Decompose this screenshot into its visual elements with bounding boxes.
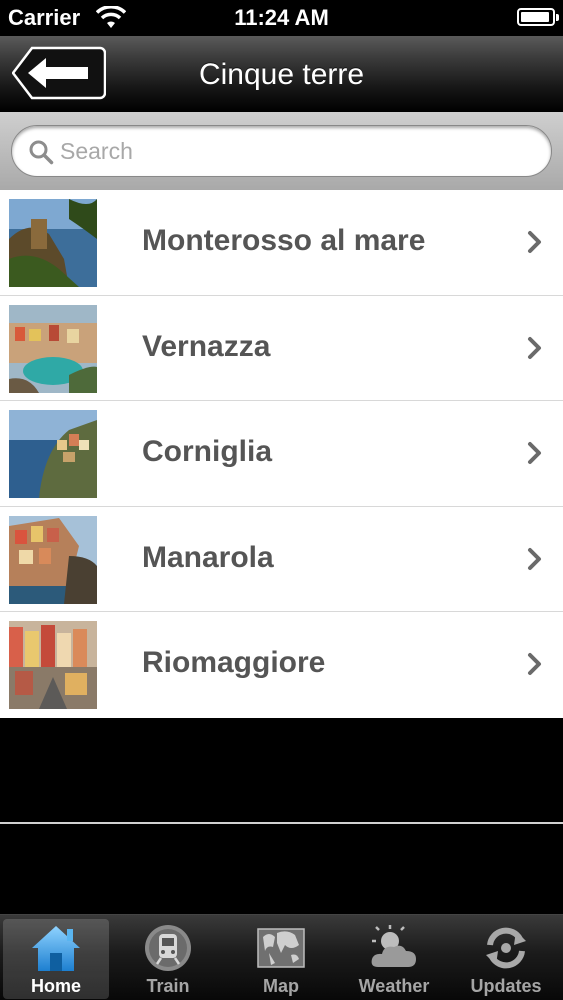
tab-label: Weather bbox=[358, 976, 430, 996]
chevron-right-icon bbox=[528, 547, 541, 570]
tab-label: Home bbox=[30, 976, 81, 996]
tab-label: Train bbox=[146, 976, 190, 996]
battery-icon bbox=[517, 8, 559, 26]
tab-home[interactable]: Home bbox=[3, 919, 109, 999]
home-icon bbox=[32, 926, 80, 971]
list-item-label: Corniglia bbox=[142, 435, 273, 469]
map-icon bbox=[257, 928, 305, 968]
list-item-corniglia[interactable]: Corniglia bbox=[0, 401, 563, 507]
search-bar bbox=[0, 112, 563, 190]
divider bbox=[0, 822, 563, 824]
list-item-label: Monterosso al mare bbox=[142, 224, 426, 257]
list-item-manarola[interactable]: Manarola bbox=[0, 506, 563, 613]
tab-label: Updates bbox=[470, 976, 542, 996]
monterosso-photo bbox=[9, 199, 97, 287]
page-title: Cinque terre bbox=[198, 58, 365, 91]
tab-label: Map bbox=[263, 976, 299, 996]
list-item-monterosso[interactable]: Monterosso al mare bbox=[0, 190, 563, 296]
list-item-vernazza[interactable]: Vernazza bbox=[0, 295, 563, 402]
chevron-right-icon bbox=[528, 336, 541, 359]
town-list: Monterosso al mare Vernazza Corniglia Ma… bbox=[0, 190, 563, 718]
search-input[interactable] bbox=[60, 134, 530, 168]
riomaggiore-photo bbox=[9, 621, 97, 710]
tab-weather[interactable]: Weather bbox=[341, 919, 447, 999]
tab-train[interactable]: Train bbox=[115, 919, 221, 999]
chevron-right-icon bbox=[528, 442, 541, 465]
status-bar: Carrier 11:24 AM bbox=[0, 0, 563, 36]
chevron-right-icon bbox=[528, 231, 541, 253]
vernazza-photo bbox=[9, 304, 97, 393]
status-time: 11:24 AM bbox=[234, 5, 329, 30]
tab-bar: Home Train Map Weather Updates bbox=[0, 914, 563, 1000]
list-item-label: Vernazza bbox=[142, 329, 271, 363]
manarola-photo bbox=[9, 515, 97, 604]
train-icon bbox=[145, 925, 191, 971]
list-item-riomaggiore[interactable]: Riomaggiore bbox=[0, 612, 563, 718]
list-item-label: Riomaggiore bbox=[142, 646, 326, 680]
corniglia-photo bbox=[9, 410, 97, 499]
navigation-bar: Cinque terre bbox=[0, 36, 563, 112]
tab-updates[interactable]: Updates bbox=[453, 919, 559, 999]
chevron-right-icon bbox=[528, 653, 541, 676]
search-icon bbox=[29, 140, 54, 165]
list-item-label: Manarola bbox=[142, 540, 274, 574]
updates-icon bbox=[486, 927, 526, 969]
search-field[interactable] bbox=[11, 125, 552, 177]
weather-icon bbox=[371, 925, 416, 967]
tab-map[interactable]: Map bbox=[228, 919, 334, 999]
